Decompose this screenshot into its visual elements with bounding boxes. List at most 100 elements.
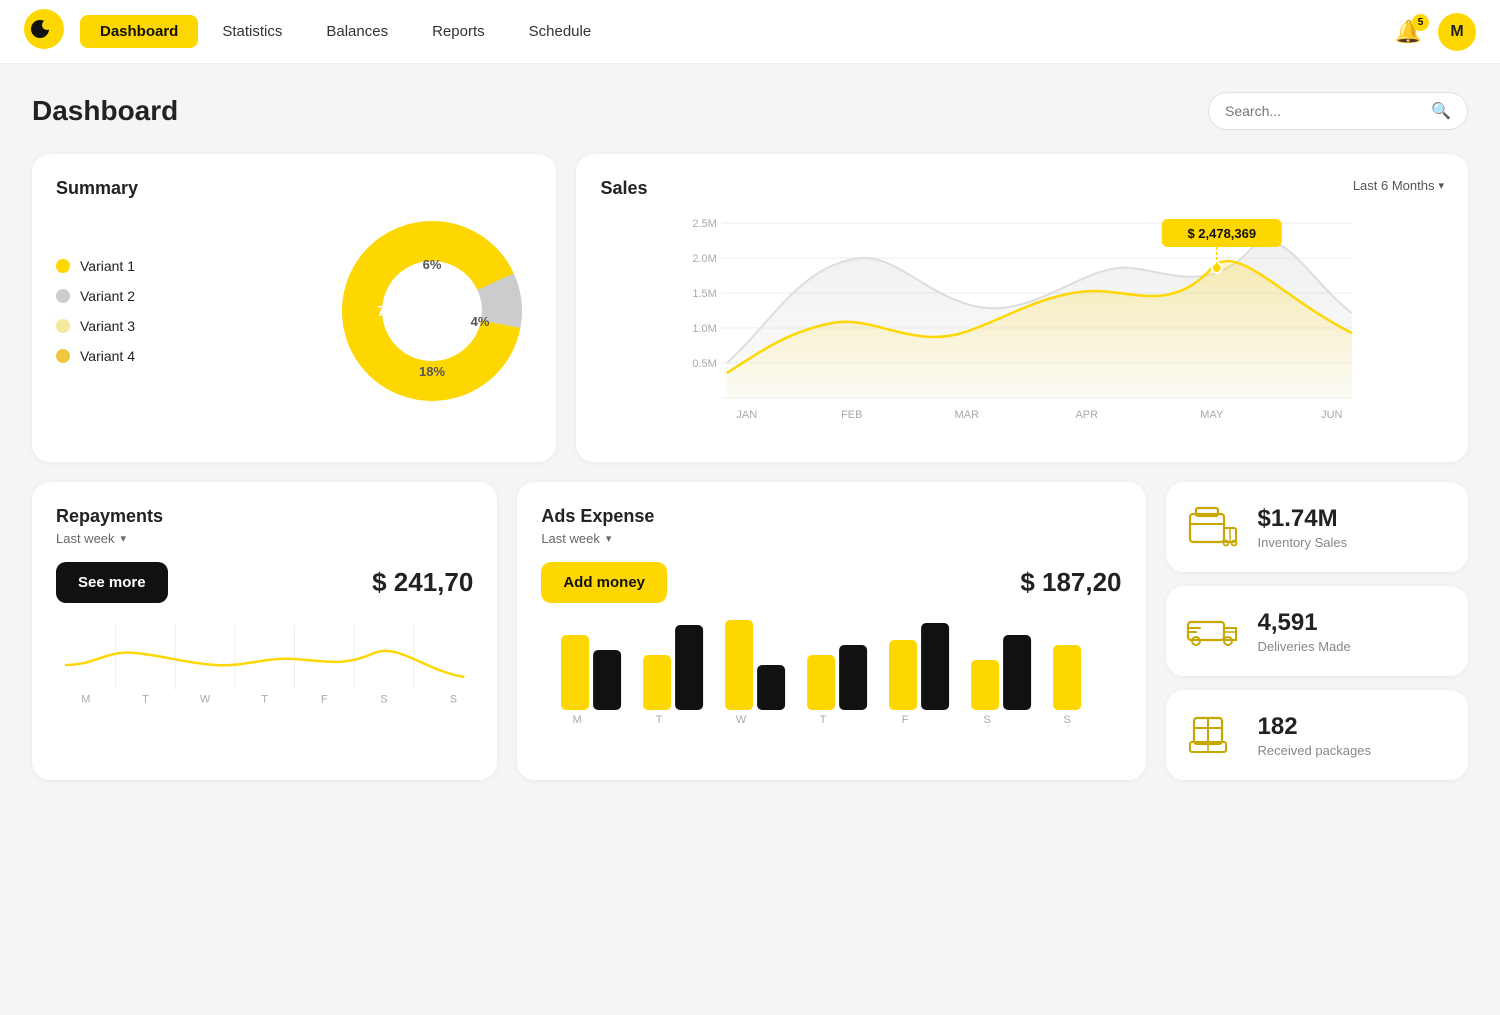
svg-text:T: T (261, 694, 268, 705)
avatar[interactable]: M (1438, 13, 1476, 51)
sales-card: Sales Last 6 Months ▾ 2.5M (576, 154, 1468, 462)
delivery-info: 4,591 Deliveries Made (1258, 609, 1351, 654)
svg-text:2.0M: 2.0M (693, 253, 717, 265)
top-grid: Summary Variant 1 Variant 2 Variant 3 (32, 154, 1468, 462)
svg-text:S: S (380, 694, 387, 705)
chevron-down-icon: ▾ (606, 532, 612, 545)
notification-bell[interactable]: 🔔 5 (1395, 19, 1422, 45)
donut-chart: 6% 4% 18% 72% (332, 211, 532, 411)
sales-title: Sales (600, 178, 647, 199)
svg-text:M: M (573, 714, 582, 725)
svg-text:MAY: MAY (1201, 409, 1225, 421)
summary-inner: Variant 1 Variant 2 Variant 3 Variant 4 (56, 211, 532, 411)
legend-label-3: Variant 3 (80, 318, 135, 334)
svg-text:FEB: FEB (842, 409, 863, 421)
sales-header: Sales Last 6 Months ▾ (600, 178, 1444, 203)
svg-text:4%: 4% (471, 314, 490, 329)
summary-card: Summary Variant 1 Variant 2 Variant 3 (32, 154, 556, 462)
sales-chart: 2.5M 2.0M 1.5M 1.0M 0.5M (600, 203, 1444, 438)
svg-text:APR: APR (1076, 409, 1099, 421)
summary-title: Summary (56, 178, 532, 199)
legend-item-2: Variant 2 (56, 288, 135, 304)
stat-card-packages: 182 Received packages (1166, 690, 1468, 780)
svg-text:2.5M: 2.5M (693, 218, 717, 230)
add-money-button[interactable]: Add money (541, 562, 667, 603)
navbar: Dashboard Statistics Balances Reports Sc… (0, 0, 1500, 64)
svg-text:18%: 18% (419, 364, 445, 379)
legend: Variant 1 Variant 2 Variant 3 Variant 4 (56, 258, 135, 364)
nav-right: 🔔 5 M (1395, 13, 1476, 51)
nav-item-schedule[interactable]: Schedule (509, 15, 612, 48)
legend-dot-2 (56, 289, 70, 303)
svg-text:S: S (450, 694, 457, 705)
logo[interactable] (24, 9, 80, 54)
package-value: 182 (1258, 713, 1371, 741)
search-box: 🔍 (1208, 92, 1468, 130)
legend-label-1: Variant 1 (80, 258, 135, 274)
svg-text:M: M (81, 694, 90, 705)
notification-badge: 5 (1412, 14, 1429, 31)
svg-text:72%: 72% (377, 303, 407, 320)
repayments-card: Repayments Last week ▾ See more $ 241,70 (32, 482, 497, 780)
stat-card-delivery: 4,591 Deliveries Made (1166, 586, 1468, 676)
sales-filter-btn[interactable]: Last 6 Months ▾ (1353, 178, 1444, 193)
stat-card-inventory: $1.74M Inventory Sales (1166, 482, 1468, 572)
svg-text:0.5M: 0.5M (693, 358, 717, 370)
nav-item-balances[interactable]: Balances (306, 15, 408, 48)
svg-text:W: W (736, 714, 747, 725)
legend-item-4: Variant 4 (56, 348, 135, 364)
ads-amount: $ 187,20 (1020, 567, 1121, 598)
page-title: Dashboard (32, 95, 178, 127)
svg-text:JAN: JAN (737, 409, 758, 421)
svg-text:1.0M: 1.0M (693, 323, 717, 335)
legend-dot-3 (56, 319, 70, 333)
nav-items: Dashboard Statistics Balances Reports Sc… (80, 15, 1395, 48)
nav-item-statistics[interactable]: Statistics (202, 15, 302, 48)
package-label: Received packages (1258, 743, 1371, 758)
package-icon (1186, 708, 1240, 762)
repay-row: See more $ 241,70 (56, 562, 473, 603)
package-info: 182 Received packages (1258, 713, 1371, 758)
inventory-value: $1.74M (1258, 505, 1348, 533)
ads-chart: M T W T F S S (541, 615, 1121, 730)
svg-text:MAR: MAR (955, 409, 980, 421)
svg-text:W: W (200, 694, 211, 705)
repayments-amount: $ 241,70 (372, 567, 473, 598)
chevron-down-icon: ▾ (121, 532, 127, 545)
chevron-down-icon: ▾ (1438, 179, 1444, 192)
ads-card: Ads Expense Last week ▾ Add money $ 187,… (517, 482, 1145, 780)
svg-text:S: S (1064, 714, 1071, 725)
legend-dot-1 (56, 259, 70, 273)
ads-period[interactable]: Last week ▾ (541, 531, 1121, 546)
stat-cards: $1.74M Inventory Sales (1166, 482, 1468, 780)
delivery-icon (1186, 604, 1240, 658)
legend-item-3: Variant 3 (56, 318, 135, 334)
svg-text:1.5M: 1.5M (693, 288, 717, 300)
svg-text:T: T (820, 714, 827, 725)
svg-text:T: T (656, 714, 663, 725)
legend-item-1: Variant 1 (56, 258, 135, 274)
search-icon: 🔍 (1431, 101, 1451, 121)
bottom-grid: Repayments Last week ▾ See more $ 241,70 (32, 482, 1468, 780)
see-more-button[interactable]: See more (56, 562, 168, 603)
repayments-period[interactable]: Last week ▾ (56, 531, 473, 546)
svg-text:T: T (142, 694, 149, 705)
svg-text:F: F (321, 694, 328, 705)
svg-text:S: S (984, 714, 991, 725)
svg-text:$ 2,478,369: $ 2,478,369 (1188, 226, 1257, 241)
delivery-value: 4,591 (1258, 609, 1351, 637)
nav-item-dashboard[interactable]: Dashboard (80, 15, 198, 48)
delivery-label: Deliveries Made (1258, 639, 1351, 654)
repayments-title: Repayments (56, 506, 473, 527)
nav-item-reports[interactable]: Reports (412, 15, 505, 48)
inventory-icon (1186, 500, 1240, 554)
inventory-label: Inventory Sales (1258, 535, 1348, 550)
legend-dot-4 (56, 349, 70, 363)
svg-text:JUN: JUN (1322, 409, 1343, 421)
repayments-chart: M T W T F S S (56, 615, 473, 710)
main-content: Dashboard 🔍 Summary Variant 1 Variant 2 (0, 64, 1500, 808)
search-input[interactable] (1225, 103, 1423, 119)
inventory-info: $1.74M Inventory Sales (1258, 505, 1348, 550)
legend-label-2: Variant 2 (80, 288, 135, 304)
svg-text:6%: 6% (423, 257, 442, 272)
